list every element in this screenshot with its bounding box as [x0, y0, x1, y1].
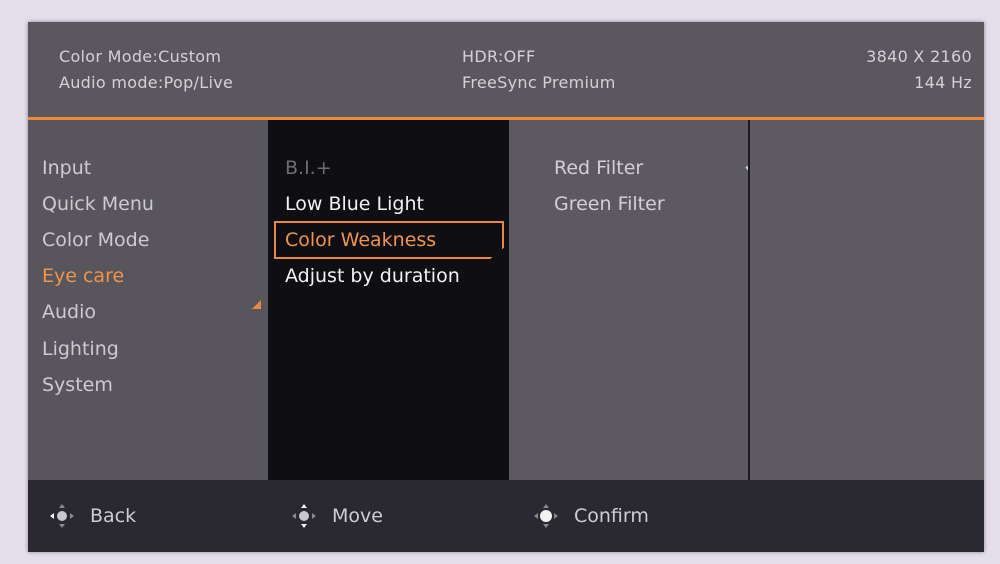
main-menu-item-system[interactable]: System [42, 373, 113, 397]
main-menu-item-eye-care[interactable]: Eye care [42, 264, 124, 288]
option-green-filter[interactable]: Green Filter [554, 192, 665, 216]
empty-panel [750, 120, 984, 480]
resolution-status: 3840 X 2160 [866, 47, 972, 66]
main-menu-item-color-mode[interactable]: Color Mode [42, 228, 149, 252]
color-weakness-options: Red Filter Green Filter [509, 120, 763, 480]
back-hint[interactable]: Back [48, 480, 136, 552]
audio-mode-status: Audio mode:Pop/Live [59, 73, 234, 92]
monitor-osd: Color Mode:Custom Audio mode:Pop/Live HD… [28, 22, 984, 552]
status-left: Color Mode:Custom Audio mode:Pop/Live [59, 44, 233, 96]
main-menu: Input Quick Menu Color Mode Eye care Aud… [28, 120, 268, 480]
confirm-hint[interactable]: Confirm [532, 480, 649, 552]
confirm-label: Confirm [574, 505, 649, 527]
option-red-filter[interactable]: Red Filter [554, 156, 643, 180]
status-right: 3840 X 2160 144 Hz [866, 44, 972, 96]
submenu-item-adjust-by-duration[interactable]: Adjust by duration [285, 264, 460, 288]
submenu-item-low-blue-light[interactable]: Low Blue Light [285, 192, 424, 216]
triangle-marker-icon [252, 300, 261, 309]
hdr-status: HDR:OFF [462, 47, 536, 66]
main-menu-item-quick-menu[interactable]: Quick Menu [42, 192, 154, 216]
dpad-move-icon [292, 504, 316, 528]
status-middle: HDR:OFF FreeSync Premium [462, 44, 616, 96]
main-menu-item-audio[interactable]: Audio [42, 300, 96, 324]
eye-care-submenu: B.I.+ Low Blue Light Color Weakness Adju… [268, 120, 509, 480]
back-label: Back [90, 505, 137, 527]
freesync-status: FreeSync Premium [462, 73, 616, 92]
main-menu-item-input[interactable]: Input [42, 156, 91, 180]
footer-navigation: Back Move Confirm [28, 480, 984, 552]
dpad-confirm-icon [534, 504, 558, 528]
refresh-rate-status: 144 Hz [914, 73, 972, 92]
move-hint[interactable]: Move [290, 480, 383, 552]
dpad-back-icon [50, 504, 74, 528]
submenu-item-color-weakness[interactable]: Color Weakness [285, 228, 436, 252]
status-bar: Color Mode:Custom Audio mode:Pop/Live HD… [28, 22, 984, 117]
submenu-item-bi-plus: B.I.+ [285, 157, 332, 179]
move-label: Move [332, 505, 383, 527]
main-menu-item-lighting[interactable]: Lighting [42, 337, 119, 361]
color-mode-status: Color Mode:Custom [59, 47, 222, 66]
